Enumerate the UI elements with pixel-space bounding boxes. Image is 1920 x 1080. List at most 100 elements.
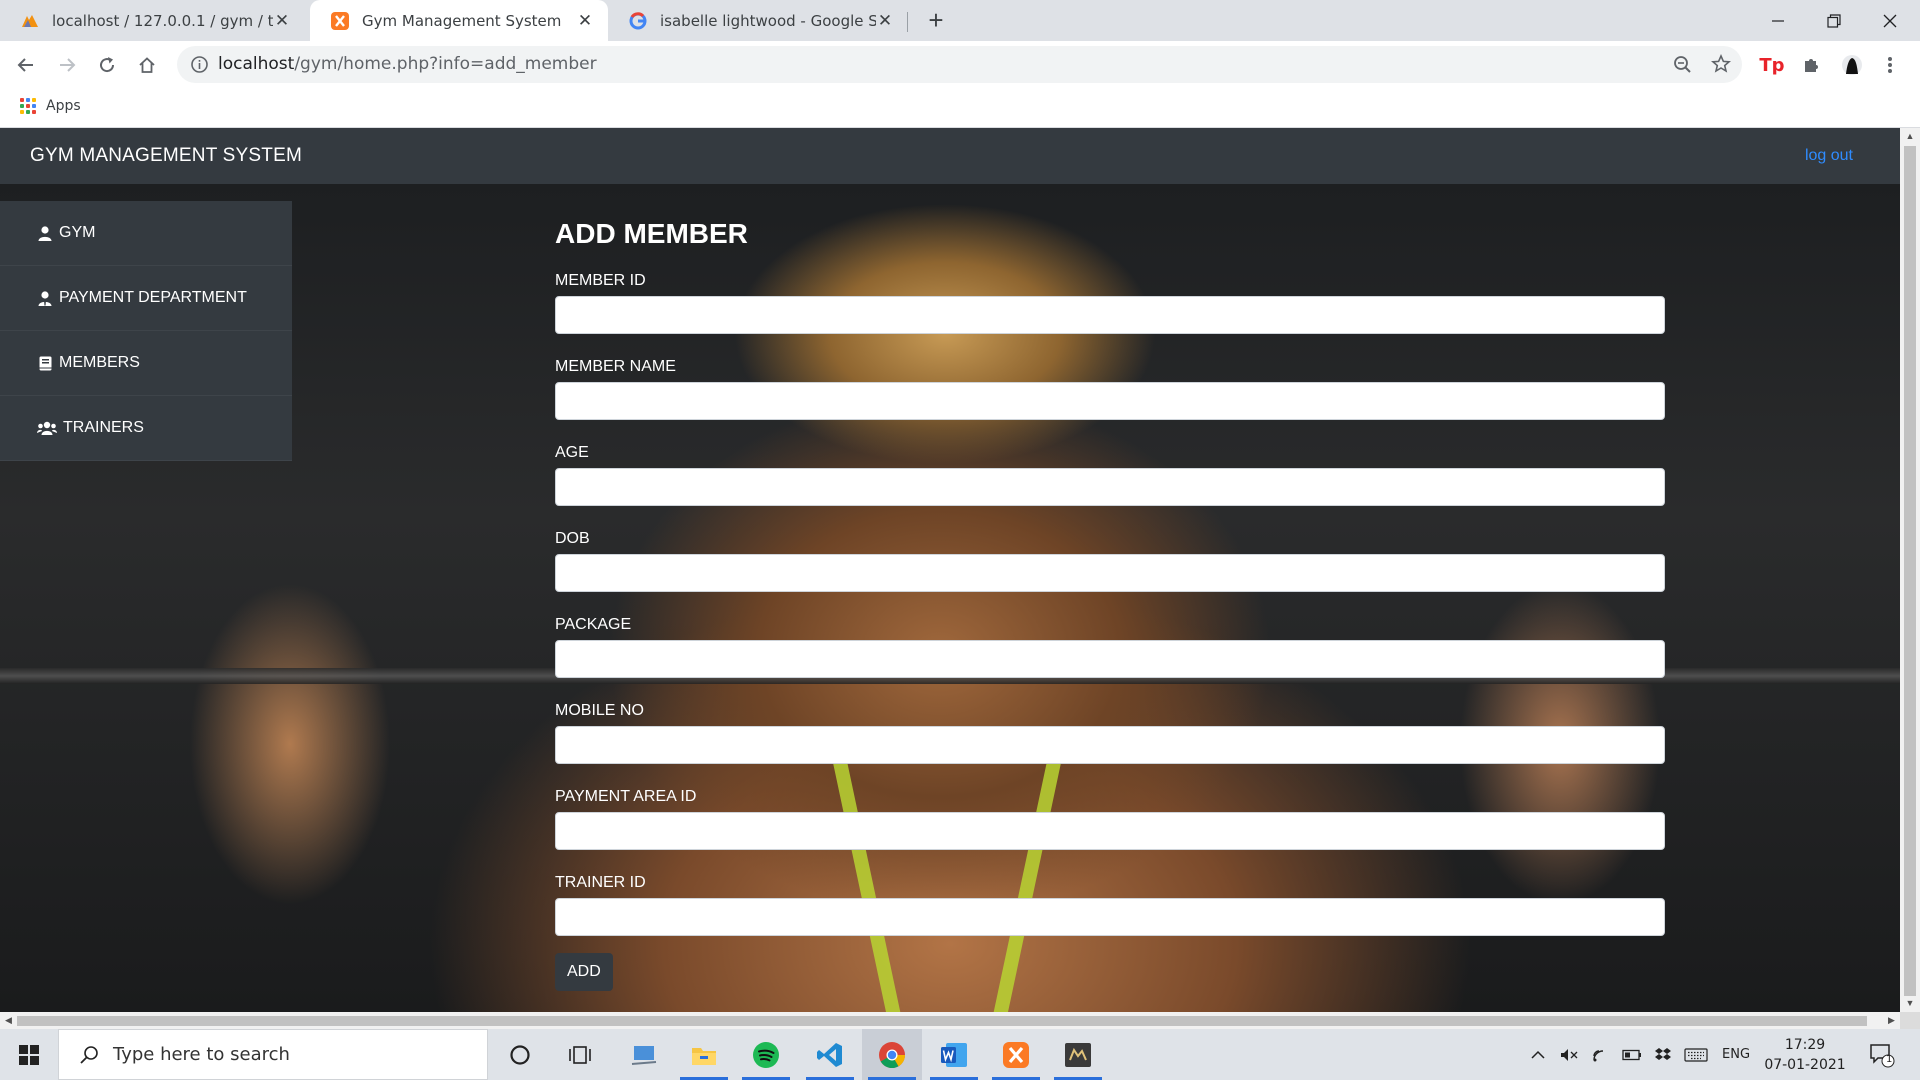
xampp-icon xyxy=(331,11,349,30)
chrome-icon xyxy=(879,1041,906,1068)
battery-icon[interactable] xyxy=(1622,1049,1642,1061)
dob-field[interactable] xyxy=(555,554,1665,592)
profile-button[interactable] xyxy=(1836,49,1868,81)
brand-title[interactable]: GYM MANAGEMENT SYSTEM xyxy=(30,128,302,184)
new-tab-button[interactable]: + xyxy=(922,6,950,34)
scroll-up-arrow[interactable]: ▲ xyxy=(1900,128,1920,145)
back-button[interactable] xyxy=(10,49,42,81)
sidebar-item-gym[interactable]: GYM xyxy=(0,201,292,266)
taskbar-search-box[interactable]: Type here to search xyxy=(58,1029,488,1080)
cortana-button[interactable] xyxy=(490,1029,550,1080)
mobile-no-field[interactable] xyxy=(555,726,1665,764)
horizontal-scroll-thumb[interactable] xyxy=(17,1016,1867,1026)
page-title: ADD MEMBER xyxy=(555,218,748,249)
zoom-icon[interactable] xyxy=(1673,55,1692,74)
notification-count: 1 xyxy=(1886,1054,1893,1065)
star-icon[interactable] xyxy=(1711,54,1731,74)
reload-button[interactable] xyxy=(91,49,123,81)
member-id-field[interactable] xyxy=(555,296,1665,334)
bookmark-apps[interactable]: Apps xyxy=(20,98,81,114)
package-field[interactable] xyxy=(555,640,1665,678)
sidebar-item-members[interactable]: MEMBERS xyxy=(0,331,292,396)
taskbar-file-explorer[interactable] xyxy=(674,1029,734,1080)
action-center-button[interactable]: 1 xyxy=(1862,1029,1902,1080)
taskbar-vscode[interactable] xyxy=(800,1029,860,1080)
vertical-scroll-thumb[interactable] xyxy=(1904,146,1916,996)
apps-label: Apps xyxy=(46,98,81,114)
mobile-no-label: MOBILE NO xyxy=(555,702,644,719)
add-button[interactable]: ADD xyxy=(555,953,613,991)
address-bar[interactable]: localhost/gym/home.php?info=add_member xyxy=(177,46,1742,83)
taskbar-pgadmin[interactable] xyxy=(1048,1029,1108,1080)
dob-label: DOB xyxy=(555,530,590,547)
restore-icon xyxy=(1827,13,1841,28)
taskbar-network-app[interactable] xyxy=(614,1029,674,1080)
close-tab-icon[interactable]: ✕ xyxy=(273,11,291,31)
url-path: /gym/home.php?info=add_member xyxy=(294,54,597,74)
start-button[interactable] xyxy=(0,1029,58,1080)
windows-icon xyxy=(19,1044,39,1065)
wifi-icon[interactable] xyxy=(1592,1047,1610,1063)
scroll-down-arrow[interactable]: ▼ xyxy=(1900,995,1920,1012)
apps-grid-icon xyxy=(20,98,36,114)
sidebar-item-payment-department[interactable]: PAYMENT DEPARTMENT xyxy=(0,266,292,331)
minimize-button[interactable] xyxy=(1750,0,1806,41)
keyboard-icon[interactable] xyxy=(1684,1047,1708,1062)
horizontal-scrollbar[interactable]: ◀ ▶ xyxy=(0,1012,1900,1029)
task-view-icon xyxy=(569,1045,591,1064)
user-tie-icon xyxy=(37,290,53,306)
member-name-field[interactable] xyxy=(555,382,1665,420)
close-tab-icon[interactable]: ✕ xyxy=(576,11,594,31)
sidebar-item-label: PAYMENT DEPARTMENT xyxy=(59,289,247,306)
package-label: PACKAGE xyxy=(555,616,632,633)
tp-extension-icon: Tp xyxy=(1759,54,1785,76)
sidebar-item-label: GYM xyxy=(59,224,96,241)
tab-google-search[interactable]: isabelle lightwood - Google Search ✕ xyxy=(608,0,908,41)
tab-gym-management[interactable]: Gym Management System ✕ xyxy=(310,0,608,41)
close-tab-icon[interactable]: ✕ xyxy=(876,11,894,31)
extensions-button[interactable] xyxy=(1795,49,1827,81)
chrome-menu-button[interactable] xyxy=(1874,49,1906,81)
arrow-left-icon xyxy=(17,58,33,72)
restore-button[interactable] xyxy=(1806,0,1862,41)
volume-muted-icon[interactable] xyxy=(1560,1047,1578,1063)
more-vert-icon xyxy=(1888,57,1892,73)
trainer-id-field[interactable] xyxy=(555,898,1665,936)
age-field[interactable] xyxy=(555,468,1665,506)
trainer-id-label: TRAINER ID xyxy=(555,874,646,891)
clock-time: 17:29 xyxy=(1784,1037,1826,1053)
taskbar-xampp[interactable] xyxy=(986,1029,1046,1080)
forward-button[interactable] xyxy=(51,49,83,81)
clock-date: 07-01-2021 xyxy=(1764,1057,1846,1073)
scroll-left-arrow[interactable]: ◀ xyxy=(0,1012,17,1029)
close-window-button[interactable] xyxy=(1862,0,1918,41)
sidebar: GYM PAYMENT DEPARTMENT MEMBERS TRAINERS xyxy=(0,201,292,461)
taskbar-spotify[interactable] xyxy=(736,1029,796,1080)
dropbox-icon[interactable] xyxy=(1654,1047,1672,1063)
tab-divider xyxy=(907,12,908,32)
xampp-icon xyxy=(1003,1041,1029,1068)
sidebar-item-trainers[interactable]: TRAINERS xyxy=(0,396,292,461)
tab-title: localhost / 127.0.0.1 / gym / trainers xyxy=(52,11,273,30)
extension-tp-button[interactable]: Tp xyxy=(1756,49,1788,81)
tab-phpmyadmin[interactable]: localhost / 127.0.0.1 / gym / trainers ✕ xyxy=(0,0,305,41)
chevron-up-icon[interactable] xyxy=(1530,1047,1546,1063)
payment-area-id-field[interactable] xyxy=(555,812,1665,850)
browser-toolbar: localhost/gym/home.php?info=add_member T… xyxy=(0,41,1920,88)
url-text[interactable]: localhost/gym/home.php?info=add_member xyxy=(218,46,597,83)
pgadmin-icon xyxy=(1065,1042,1091,1067)
vertical-scrollbar[interactable]: ▲ ▼ xyxy=(1900,128,1920,1012)
scroll-right-arrow[interactable]: ▶ xyxy=(1883,1012,1900,1029)
home-button[interactable] xyxy=(131,49,163,81)
taskbar-clock[interactable]: 17:29 07-01-2021 xyxy=(1745,1035,1865,1075)
taskbar-chrome[interactable] xyxy=(862,1029,922,1080)
info-icon[interactable] xyxy=(190,55,209,74)
task-view-button[interactable] xyxy=(550,1029,610,1080)
logout-link[interactable]: log out xyxy=(1805,128,1853,184)
bookmarks-bar: Apps xyxy=(0,88,1920,128)
file-explorer-icon xyxy=(692,1047,716,1065)
system-tray: ENG xyxy=(1530,1029,1750,1080)
search-icon xyxy=(80,1045,98,1064)
sidebar-item-label: MEMBERS xyxy=(59,354,140,371)
taskbar-word[interactable] xyxy=(924,1029,984,1080)
